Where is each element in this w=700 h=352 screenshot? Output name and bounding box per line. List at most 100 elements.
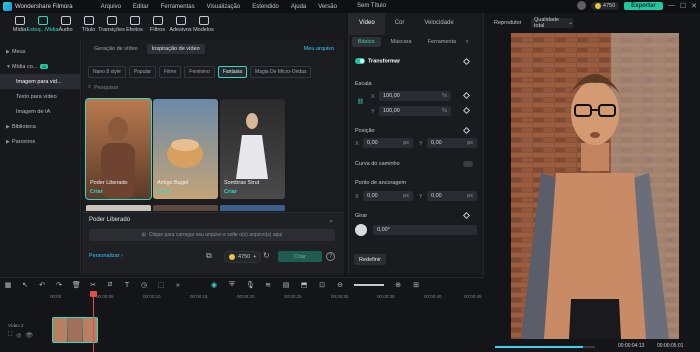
mic-icon[interactable]: 🎙 — [246, 281, 255, 289]
credit-badge[interactable]: 4750 — [590, 1, 620, 10]
chip[interactable]: Magia De Micro-Ondas — [250, 66, 312, 78]
duration-icon[interactable]: ◷ — [140, 281, 148, 289]
tool-stock-media[interactable]: Estoq...Mídia — [26, 13, 59, 33]
menu-version[interactable]: Versão — [318, 4, 337, 10]
rotate-field[interactable]: 0,00° — [373, 225, 477, 235]
card-create-link[interactable]: Criar — [90, 189, 103, 195]
menu-file[interactable]: Arquivo — [101, 4, 121, 10]
template-card-partial[interactable] — [153, 205, 218, 211]
tool-audio[interactable]: Áudio — [54, 13, 77, 33]
subtab-mask[interactable]: Máscara — [385, 37, 418, 47]
minimize-icon[interactable]: — — [668, 2, 675, 9]
zoom-slider[interactable] — [354, 284, 384, 286]
keyframe-icon[interactable] — [462, 57, 471, 66]
zoom-in-icon[interactable]: ⊕ — [394, 281, 402, 289]
sidebar-item-image-to-video[interactable]: Imagem para vid... — [0, 74, 80, 89]
create-button[interactable]: Criar — [278, 251, 322, 262]
keyframe-icon[interactable] — [462, 211, 471, 220]
track-visibility-icon[interactable]: 👁 — [25, 332, 33, 339]
template-card-partial[interactable] — [220, 205, 285, 211]
tool-title[interactable]: Título — [77, 13, 100, 33]
add-icon[interactable]: + — [253, 254, 256, 260]
shield-icon[interactable]: ⛨ — [228, 281, 236, 289]
split-icon[interactable]: ✂ — [89, 281, 97, 289]
sidebar-item-ai-image[interactable]: Imagem de IA — [0, 104, 80, 119]
template-card[interactable]: Sombras Strut Criar — [220, 99, 285, 199]
template-card[interactable]: Poder Liberado Criar — [85, 98, 152, 200]
menu-tools[interactable]: Ferramentas — [161, 4, 195, 10]
subtab-basic[interactable]: Básico — [352, 37, 381, 47]
sidebar-item-partners[interactable]: ▶ Parceiros — [0, 134, 80, 149]
track-lock-icon[interactable]: ⛶ — [8, 332, 12, 339]
snapshot-icon[interactable]: ⬒ — [300, 281, 308, 289]
menu-view[interactable]: Visualização — [207, 4, 241, 10]
keyframe-icon[interactable] — [462, 126, 471, 135]
chevron-down-icon[interactable]: ⌄ — [328, 216, 334, 224]
transform-section[interactable]: Transformar — [355, 58, 400, 64]
card-create-link[interactable]: Criar — [224, 189, 237, 195]
tab-video-inspiration[interactable]: Inspiração de vídeo — [146, 44, 205, 54]
tab-video-generation[interactable]: Geração de vídeo — [89, 44, 143, 54]
tab-color[interactable]: Cor — [385, 13, 415, 35]
export-button[interactable]: Exportar — [624, 1, 663, 10]
redo-icon[interactable]: ↷ — [55, 281, 63, 289]
chip[interactable]: Nano 8 style — [88, 66, 126, 78]
link-icon[interactable]: ⛓ — [357, 99, 364, 105]
menu-extended[interactable]: Estendido — [252, 4, 279, 10]
menu-edit[interactable]: Editar — [133, 4, 149, 10]
zoom-out-icon[interactable]: ⊖ — [336, 281, 344, 289]
sidebar-item-library[interactable]: ▶ Biblioteca — [0, 119, 80, 134]
mix-icon[interactable]: ≋ — [264, 281, 272, 289]
more-icon[interactable]: » — [174, 282, 182, 289]
keyframe-icon[interactable] — [462, 106, 471, 115]
reset-button[interactable]: Redefinir — [354, 254, 386, 265]
layout-icon[interactable]: ▦ — [4, 281, 12, 289]
rotate-dial-icon[interactable] — [355, 224, 367, 236]
text-icon[interactable]: T — [123, 282, 131, 289]
tool-stickers[interactable]: Adesivos — [169, 13, 192, 33]
delete-icon[interactable]: 🗑 — [72, 281, 81, 289]
crop-icon[interactable]: ⧄ — [106, 281, 114, 289]
help-icon[interactable]: ? — [326, 252, 335, 261]
path-curve-toggle[interactable] — [463, 161, 473, 167]
chevron-right-icon[interactable]: › — [466, 39, 468, 45]
card-create-link[interactable]: Criar — [157, 189, 170, 195]
marker-icon[interactable]: ⬚ — [157, 281, 165, 289]
playhead[interactable] — [93, 292, 94, 352]
transform-toggle[interactable] — [355, 58, 365, 64]
my-works-link[interactable]: Meu arquivo — [304, 46, 334, 52]
template-card[interactable]: Amigo Bagel Criar — [153, 99, 218, 199]
render-icon[interactable]: ▤ — [282, 281, 290, 289]
tool-templates[interactable]: Modelos — [192, 13, 215, 33]
sidebar-item-mine[interactable]: ▶ Meus — [0, 44, 80, 59]
menu-help[interactable]: Ajuda — [291, 4, 306, 10]
tool-filters[interactable]: Filtros — [146, 13, 169, 33]
video-preview[interactable] — [511, 33, 679, 339]
close-icon[interactable]: ✕ — [691, 2, 697, 10]
chip[interactable]: Feminino — [184, 66, 215, 78]
scale-x-field[interactable]: 100,00% — [379, 91, 451, 101]
subtab-tools[interactable]: Ferramenta — [422, 37, 462, 47]
chip[interactable]: Filme — [159, 66, 182, 78]
refresh-icon[interactable]: ↻ — [263, 251, 270, 260]
fit-icon[interactable]: ⊡ — [318, 281, 326, 289]
anchor-y-field[interactable]: 0,00 px — [427, 191, 477, 201]
template-card-partial[interactable] — [86, 205, 151, 211]
sidebar-item-text-to-video[interactable]: Texto para vídeo — [0, 89, 80, 104]
undo-icon[interactable]: ↶ — [38, 281, 46, 289]
sidebar-item-ai-media[interactable]: ▼ Mídia co... AI — [0, 59, 80, 74]
select-icon[interactable]: ↖ — [21, 281, 29, 289]
position-y-field[interactable]: 0,00 px — [427, 138, 477, 148]
avatar[interactable] — [576, 1, 586, 10]
video-clip[interactable] — [52, 317, 98, 343]
tool-transitions[interactable]: Transições — [98, 13, 125, 33]
tool-effects[interactable]: Efeitos — [123, 13, 146, 33]
grid-icon[interactable]: ⊞ — [412, 281, 420, 289]
maximize-icon[interactable]: ☐ — [680, 2, 686, 10]
history-icon[interactable]: ⧉ — [206, 251, 212, 261]
scale-y-field[interactable]: 100,00% — [379, 106, 451, 116]
track-mute-icon[interactable]: ◎ — [16, 332, 21, 339]
personalize-link[interactable]: Personalizar › — [89, 253, 123, 259]
keyframe-icon[interactable] — [462, 91, 471, 100]
search-input[interactable]: ⌕ Pesquisar — [88, 82, 338, 93]
